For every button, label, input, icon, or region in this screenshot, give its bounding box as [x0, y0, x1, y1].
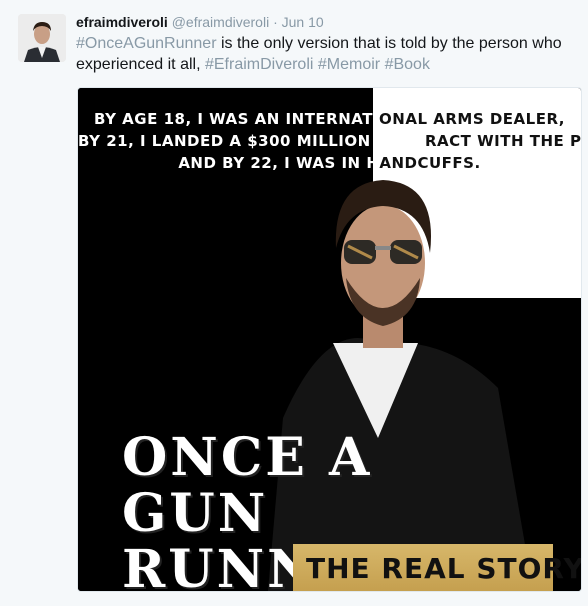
- hashtag-link[interactable]: #Book: [385, 56, 430, 73]
- hashtag-link[interactable]: #Memoir: [318, 56, 380, 73]
- hashtag-link[interactable]: #OnceAGunRunner: [76, 35, 217, 52]
- timestamp[interactable]: Jun 10: [282, 14, 324, 30]
- user-name[interactable]: efraimdiveroli: [76, 14, 168, 30]
- cover-tagline-line: AND BY 22, I WAS IN HANDCUFFS.: [78, 152, 581, 174]
- cover-tagline-text: ONAL ARMS DEALER,: [379, 110, 565, 128]
- cover-tagline-text: RACT WITH THE PENTAGON,: [424, 132, 582, 150]
- tweet-media-image[interactable]: BY AGE 18, I WAS AN INTERNATIONAL ARMS D…: [77, 87, 582, 592]
- cover-tagline-line: BY 21, I LANDED A $300 MILLION CONTRACT …: [78, 130, 581, 152]
- cover-tagline-text: BY AGE 18, I WAS AN INTERNATI: [93, 110, 380, 128]
- cover-tagline-line: BY AGE 18, I WAS AN INTERNATIONAL ARMS D…: [78, 108, 581, 130]
- user-handle[interactable]: @efraimdiveroli: [172, 14, 269, 30]
- cover-tagline-text: AND BY 22, I WAS IN H: [178, 154, 380, 172]
- cover-tagline: BY AGE 18, I WAS AN INTERNATIONAL ARMS D…: [78, 108, 581, 174]
- tweet-header: efraimdiveroli @efraimdiveroli · Jun 10: [76, 13, 578, 31]
- tweet[interactable]: efraimdiveroli @efraimdiveroli · Jun 10 …: [0, 0, 588, 606]
- cover-tagline-text: BY 21, I LANDED A $300 MILLION CONT: [78, 132, 425, 150]
- book-subtitle: THE REAL STORY: [306, 552, 582, 585]
- book-title-line: ONCE A: [122, 427, 373, 488]
- tweet-text: #OnceAGunRunner is the only version that…: [76, 33, 576, 75]
- avatar[interactable]: [18, 14, 66, 62]
- separator: ·: [273, 14, 278, 30]
- cover-tagline-text: ANDCUFFS.: [379, 154, 481, 172]
- hashtag-link[interactable]: #EfraimDiveroli: [205, 56, 313, 73]
